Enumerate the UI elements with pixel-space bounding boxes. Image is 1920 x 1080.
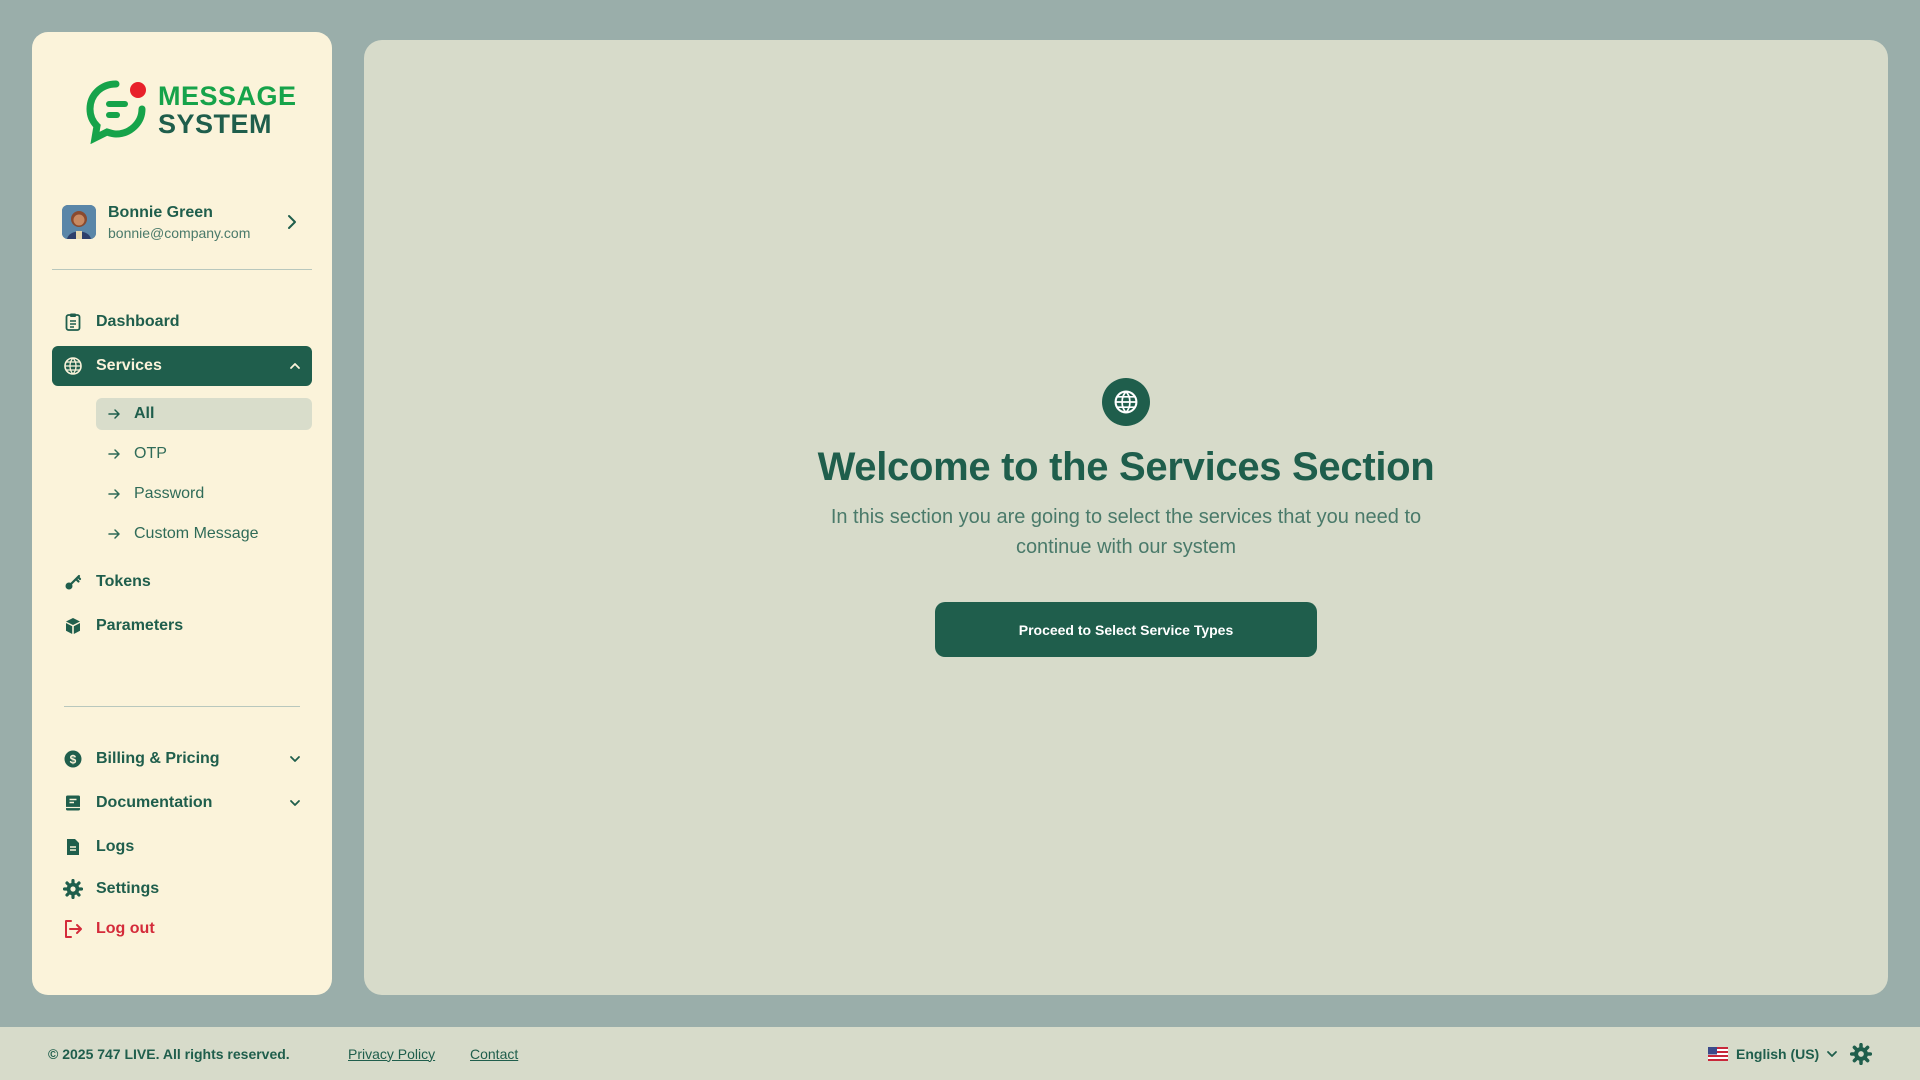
copyright-text: © 2025 747 LIVE. All rights reserved. [48, 1045, 290, 1062]
dollar-circle-icon: $ [62, 748, 84, 770]
nav-dashboard-label: Dashboard [96, 313, 180, 330]
sidebar-divider-bottom [64, 706, 300, 707]
nav-logs[interactable]: Logs [52, 827, 312, 867]
arrow-right-icon [108, 449, 120, 459]
avatar-image [62, 205, 96, 239]
main-content: Welcome to the Services Section In this … [364, 40, 1888, 995]
brand-line1: MESSAGE [158, 81, 297, 111]
arrow-right-icon [108, 409, 120, 419]
nav-services-all-label: All [134, 405, 155, 422]
nav-services-password[interactable]: Password [96, 478, 312, 510]
arrow-right-icon [108, 489, 120, 499]
nav-services-label: Services [96, 357, 162, 374]
nav-billing-label: Billing & Pricing [96, 750, 220, 767]
user-name: Bonnie Green [108, 203, 213, 221]
logo-mark-icon [86, 80, 146, 144]
footer: © 2025 747 LIVE. All rights reserved. Pr… [0, 1027, 1920, 1080]
arrow-right-icon [108, 529, 120, 539]
cube-icon [62, 615, 84, 637]
globe-icon [62, 355, 84, 377]
sidebar: MESSAGE SYSTEM Bonnie Green bonnie@compa… [32, 32, 332, 995]
gear-icon[interactable] [1850, 1042, 1872, 1065]
document-icon [62, 836, 84, 858]
chevron-right-icon [288, 215, 296, 229]
proceed-button[interactable]: Proceed to Select Service Types [935, 602, 1317, 657]
language-selector[interactable]: English (US) [1708, 1046, 1839, 1062]
flag-us-icon [1708, 1046, 1728, 1061]
contact-link[interactable]: Contact [470, 1046, 518, 1062]
nav-settings[interactable]: Settings [52, 869, 312, 909]
nav-services-otp-label: OTP [134, 445, 167, 462]
brand-line2: SYSTEM [158, 109, 273, 139]
chevron-down-icon [1827, 1050, 1838, 1057]
nav-parameters[interactable]: Parameters [52, 606, 312, 646]
nav-services-all[interactable]: All [96, 398, 312, 430]
nav-services-custom-message[interactable]: Custom Message [96, 518, 312, 550]
language-label: English (US) [1736, 1045, 1820, 1062]
nav-tokens[interactable]: Tokens [52, 562, 312, 602]
nav-settings-label: Settings [96, 880, 160, 897]
nav-logout[interactable]: Log out [52, 909, 312, 949]
chevron-down-icon [290, 800, 300, 806]
key-icon [62, 571, 84, 593]
nav-documentation[interactable]: Documentation [52, 783, 312, 823]
user-profile[interactable]: Bonnie Green bonnie@company.com [62, 198, 302, 246]
nav-dashboard[interactable]: Dashboard [52, 302, 312, 342]
nav-logs-label: Logs [96, 838, 135, 855]
nav-services-password-label: Password [134, 485, 205, 502]
privacy-policy-link[interactable]: Privacy Policy [348, 1046, 435, 1062]
nav-services[interactable]: Services [52, 346, 312, 386]
nav-services-otp[interactable]: OTP [96, 438, 312, 470]
brand-logo[interactable]: MESSAGE SYSTEM [84, 76, 297, 144]
user-email: bonnie@company.com [108, 224, 251, 241]
gear-icon [62, 878, 84, 900]
nav-logout-label: Log out [96, 920, 155, 937]
clipboard-icon [62, 311, 84, 333]
nav-billing[interactable]: $ Billing & Pricing [52, 739, 312, 779]
brand-name: MESSAGE SYSTEM [158, 82, 297, 138]
chevron-up-icon [290, 363, 300, 369]
nav-services-custom-message-label: Custom Message [134, 525, 259, 542]
nav-parameters-label: Parameters [96, 617, 184, 634]
logout-icon [62, 918, 84, 940]
chevron-down-icon [290, 756, 300, 762]
globe-icon [1102, 378, 1150, 426]
book-icon [62, 792, 84, 814]
sidebar-divider-top [52, 269, 312, 270]
avatar [62, 205, 96, 239]
page-title: Welcome to the Services Section [817, 445, 1435, 489]
nav-tokens-label: Tokens [96, 573, 151, 590]
svg-text:$: $ [70, 753, 77, 767]
nav-documentation-label: Documentation [96, 794, 213, 811]
page-subtitle: In this section you are going to select … [830, 506, 1422, 558]
